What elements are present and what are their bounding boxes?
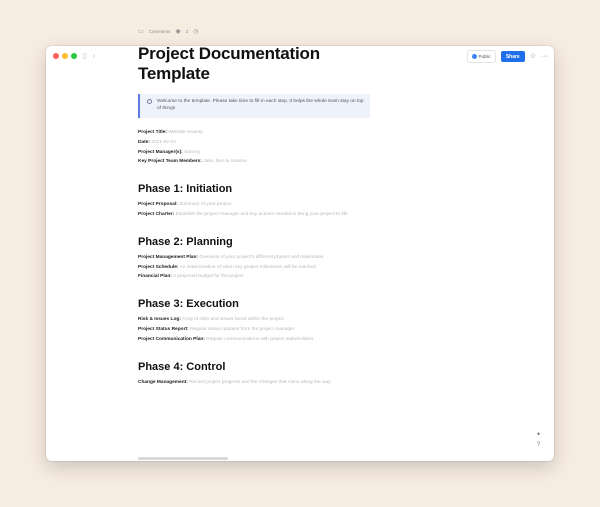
phase-row-value: A log of risks and issues faced within t… [182, 317, 284, 323]
viewers-count: 3 [185, 28, 189, 34]
star-icon[interactable]: ☆ [530, 53, 536, 60]
public-label: Public [478, 54, 491, 59]
phase-row[interactable]: Project Charter: Establish the project m… [138, 210, 378, 220]
meta-value: Sammy [184, 149, 201, 155]
minimize-window-button[interactable] [62, 53, 68, 59]
meta-row[interactable]: Date: 2021-02-22 [138, 138, 378, 148]
phase-row-value: Establish the project manager and key ac… [175, 211, 348, 217]
phase-row-label: Project Schedule: [138, 264, 179, 270]
phase-row-label: Risk & Issues Log: [138, 317, 181, 323]
phase-row-label: Financial Plan: [138, 274, 172, 280]
phase-row-value: A projected budget for the project [172, 274, 244, 280]
phase-row[interactable]: Project Management Plan: Overview of you… [138, 253, 378, 263]
comments-button[interactable]: Comments [149, 29, 171, 34]
project-meta: Project Title: Website revamp Date: 2021… [138, 128, 378, 167]
meta-label: Key Project Team Members: [138, 159, 202, 165]
chevron-left-icon[interactable]: ‹ [93, 53, 95, 60]
eye-icon[interactable]: ◉ [175, 28, 180, 35]
phase-row-value: An initial timeline of when key project … [179, 264, 316, 270]
phase-section: Phase 2: Planning Project Management Pla… [138, 236, 378, 282]
toolbar-actions: Public Share ☆ ··· [466, 50, 548, 63]
phase-row-label: Project Charter: [138, 211, 175, 217]
phase-row-label: Project Management Plan: [138, 254, 198, 260]
phase-row-value: Overview of your project's different pha… [199, 254, 324, 260]
phase-row[interactable]: Financial Plan: A projected budget for t… [138, 272, 378, 282]
meta-value: Jake, Ben & Arianna [203, 159, 247, 165]
phase-heading[interactable]: Phase 3: Execution [138, 298, 378, 311]
help-icon[interactable]: ? [537, 442, 540, 448]
next-section-cutoff [138, 457, 228, 460]
comment-icon[interactable]: ▭ [138, 28, 144, 35]
phase-row-label: Project Communication Plan: [138, 336, 205, 342]
phase-heading[interactable]: Phase 2: Planning [138, 236, 378, 249]
phase-row[interactable]: Project Schedule: An initial timeline of… [138, 263, 378, 273]
sidebar-toggle-icon[interactable]: ▯ [83, 53, 87, 60]
maximize-window-button[interactable] [71, 53, 77, 59]
phase-row-label: Project Proposal: [138, 202, 178, 208]
meta-label: Project Title: [138, 130, 167, 135]
phase-section: Phase 3: Execution Risk & Issues Log: A … [138, 298, 378, 344]
meta-label: Project Manager(s): [138, 149, 183, 155]
phase-row[interactable]: Change Management: Record project progre… [138, 378, 378, 388]
phase-row-value: Regular communications with project stak… [206, 336, 314, 342]
phase-row-value: Summary of your project [179, 202, 232, 208]
meta-row[interactable]: Project Title: Website revamp [138, 128, 378, 138]
phase-row-label: Project Status Report: [138, 326, 189, 332]
meta-row[interactable]: Key Project Team Members: Jake, Ben & Ar… [138, 157, 378, 167]
phase-row-value: Regular status updates from the project … [190, 326, 295, 332]
meta-value: 2021-02-22 [151, 139, 176, 145]
phase-row-label: Change Management: [138, 379, 188, 385]
close-window-button[interactable] [53, 53, 59, 59]
meta-label: Date: [138, 139, 150, 145]
more-icon[interactable]: ··· [541, 53, 548, 60]
globe-icon [471, 54, 477, 59]
phase-row-value: Record project progress and the changes … [189, 379, 331, 385]
clock-icon[interactable]: ◷ [193, 28, 198, 35]
phase-section: Phase 1: Initiation Project Proposal: Su… [138, 183, 378, 220]
phase-heading[interactable]: Phase 4: Control [138, 361, 378, 374]
phase-heading[interactable]: Phase 1: Initiation [138, 183, 378, 196]
sparkle-icon[interactable]: ✦ [536, 432, 541, 438]
phase-row[interactable]: Project Proposal: Summary of your projec… [138, 200, 378, 210]
phase-row[interactable]: Risk & Issues Log: A log of risks and is… [138, 315, 378, 325]
document-toolbar: ▭ Comments ◉ 3 ◷ [138, 26, 378, 36]
phase-section: Phase 4: Control Change Management: Reco… [138, 361, 378, 388]
page-title[interactable]: Project Documentation Template [138, 44, 378, 84]
public-badge[interactable]: Public [466, 50, 496, 63]
info-callout[interactable]: Welcome to the template. Please take tim… [138, 94, 370, 118]
meta-row[interactable]: Project Manager(s): Sammy [138, 148, 378, 158]
share-button[interactable]: Share [500, 51, 525, 62]
meta-value: Website revamp [168, 130, 203, 135]
phase-row[interactable]: Project Status Report: Regular status up… [138, 325, 378, 335]
callout-text: Welcome to the template. Please take tim… [157, 99, 364, 111]
floating-actions: ✦ ? [536, 432, 541, 448]
phase-row[interactable]: Project Communication Plan: Regular comm… [138, 335, 378, 345]
document: ▭ Comments ◉ 3 ◷ Project Documentation T… [138, 26, 378, 387]
info-icon [147, 99, 152, 104]
